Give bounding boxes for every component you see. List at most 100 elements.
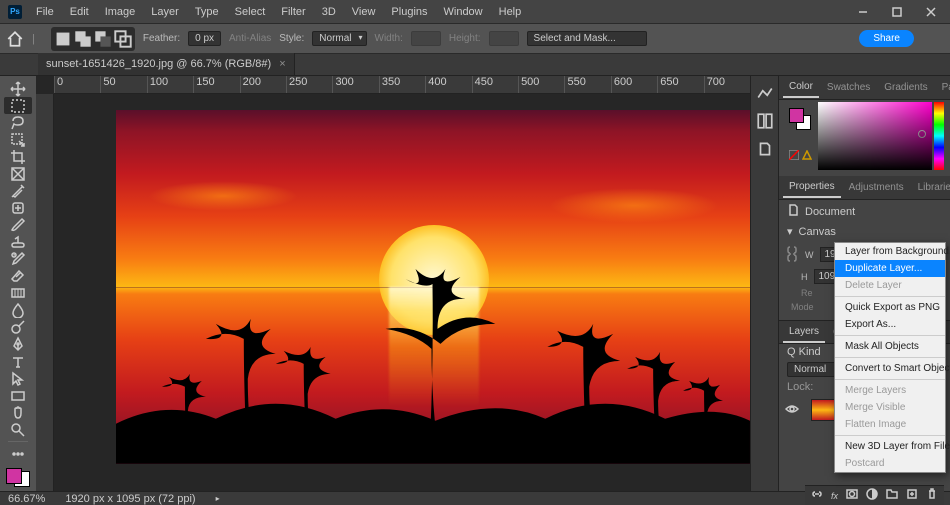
document-tab[interactable]: sunset-1651426_1920.jpg @ 66.7% (RGB/8#)… <box>38 53 295 75</box>
share-button[interactable]: Share <box>859 30 914 47</box>
adjustment-layer-icon[interactable] <box>866 488 878 503</box>
menubar: Ps FileEditImageLayerTypeSelectFilter3DV… <box>0 0 950 24</box>
menu-3d[interactable]: 3D <box>314 0 344 24</box>
delete-layer-icon[interactable] <box>926 488 938 503</box>
document-label: Document <box>805 206 855 218</box>
fx-icon[interactable]: fx <box>831 491 838 501</box>
subtract-selection-icon[interactable] <box>94 30 112 48</box>
no-color-icon[interactable] <box>789 150 799 163</box>
link-layers-icon[interactable] <box>811 488 823 503</box>
mask-icon[interactable] <box>846 488 858 503</box>
height-label: Height: <box>449 33 481 44</box>
ctx-mask-all-objects[interactable]: Mask All Objects <box>835 338 945 355</box>
dock-icon-3[interactable] <box>756 140 774 158</box>
menu-type[interactable]: Type <box>187 0 227 24</box>
options-bar: | Feather: 0 px Anti-Alias Style: Normal… <box>0 24 950 54</box>
tab-properties[interactable]: Properties <box>783 177 841 198</box>
group-icon[interactable] <box>886 488 898 503</box>
tab-patterns[interactable]: Patterns <box>936 78 950 97</box>
style-select[interactable]: Normal <box>312 31 366 46</box>
object-selection-tool[interactable] <box>4 131 32 148</box>
color-picker[interactable] <box>818 102 932 170</box>
chevron-down-icon[interactable]: ▾ <box>787 225 793 238</box>
ctx-new-3d-layer-from-file[interactable]: New 3D Layer from File... <box>835 438 945 455</box>
minimize-button[interactable] <box>846 0 880 24</box>
menu-window[interactable]: Window <box>436 0 491 24</box>
add-selection-icon[interactable] <box>74 30 92 48</box>
menu-select[interactable]: Select <box>227 0 274 24</box>
tab-gradients[interactable]: Gradients <box>878 78 933 97</box>
type-tool[interactable] <box>4 353 32 370</box>
canvas-area: 0501001502002503003504004505005506006507… <box>36 76 750 491</box>
feather-input[interactable]: 0 px <box>188 31 221 46</box>
edit-toolbar-button[interactable] <box>4 445 32 462</box>
ctx-quick-export-as-png[interactable]: Quick Export as PNG <box>835 299 945 316</box>
new-selection-icon[interactable] <box>54 30 72 48</box>
close-button[interactable] <box>914 0 948 24</box>
image-content <box>116 110 750 464</box>
feather-label: Feather: <box>143 33 180 44</box>
document-canvas[interactable] <box>116 110 750 464</box>
intersect-selection-icon[interactable] <box>114 30 132 48</box>
eyedropper-tool[interactable] <box>4 182 32 199</box>
healing-brush-tool[interactable] <box>4 199 32 216</box>
menu-plugins[interactable]: Plugins <box>383 0 435 24</box>
document-dimensions: 1920 px x 1095 px (72 ppi) <box>65 493 195 505</box>
menu-help[interactable]: Help <box>491 0 530 24</box>
gradient-tool[interactable] <box>4 285 32 302</box>
menu-edit[interactable]: Edit <box>62 0 97 24</box>
style-label: Style: <box>279 33 304 44</box>
foreground-background-colors[interactable] <box>6 468 30 487</box>
hand-tool[interactable] <box>4 404 32 421</box>
path-selection-tool[interactable] <box>4 370 32 387</box>
eraser-tool[interactable] <box>4 268 32 285</box>
menu-layer[interactable]: Layer <box>143 0 187 24</box>
rectangle-tool[interactable] <box>4 387 32 404</box>
tab-color[interactable]: Color <box>783 77 819 98</box>
menu-filter[interactable]: Filter <box>273 0 313 24</box>
ctx-export-as[interactable]: Export As... <box>835 316 945 333</box>
lasso-tool[interactable] <box>4 114 32 131</box>
maximize-button[interactable] <box>880 0 914 24</box>
zoom-tool[interactable] <box>4 421 32 438</box>
zoom-level[interactable]: 66.67% <box>8 493 45 505</box>
tab-libraries[interactable]: Libraries <box>912 178 950 197</box>
home-icon[interactable] <box>6 30 24 48</box>
frame-tool[interactable] <box>4 165 32 182</box>
dodge-tool[interactable] <box>4 319 32 336</box>
window-controls <box>846 0 948 24</box>
warning-icon <box>802 150 812 163</box>
ctx-convert-to-smart-object[interactable]: Convert to Smart Object <box>835 360 945 377</box>
tab-layers[interactable]: Layers <box>783 322 825 343</box>
hue-slider[interactable] <box>934 102 944 170</box>
document-tab-bar: sunset-1651426_1920.jpg @ 66.7% (RGB/8#)… <box>0 54 950 76</box>
marquee-tool[interactable] <box>4 97 32 114</box>
crop-tool[interactable] <box>4 148 32 165</box>
blur-tool[interactable] <box>4 302 32 319</box>
history-brush-tool[interactable] <box>4 251 32 268</box>
select-and-mask-button[interactable]: Select and Mask... <box>527 31 647 46</box>
tab-adjustments[interactable]: Adjustments <box>843 178 910 197</box>
visibility-icon[interactable] <box>785 404 799 417</box>
ctx-duplicate-layer[interactable]: Duplicate Layer... <box>835 260 945 277</box>
height-input <box>489 31 519 46</box>
ctx-flatten-image: Flatten Image <box>835 416 945 433</box>
brush-tool[interactable] <box>4 217 32 234</box>
new-layer-icon[interactable] <box>906 488 918 503</box>
ctx-layer-from-background[interactable]: Layer from Background... <box>835 243 945 260</box>
menu-file[interactable]: File <box>28 0 62 24</box>
layers-panel-footer: fx <box>805 485 944 505</box>
pen-tool[interactable] <box>4 336 32 353</box>
link-dimensions-icon[interactable] <box>787 244 797 265</box>
clone-stamp-tool[interactable] <box>4 234 32 251</box>
tab-swatches[interactable]: Swatches <box>821 78 876 97</box>
layer-context-menu: Layer from Background...Duplicate Layer.… <box>834 242 946 473</box>
move-tool[interactable] <box>4 80 32 97</box>
menu-view[interactable]: View <box>344 0 384 24</box>
lock-label: Lock: <box>787 381 813 393</box>
menu-image[interactable]: Image <box>97 0 144 24</box>
dock-icon-1[interactable] <box>756 84 774 102</box>
close-tab-icon[interactable]: × <box>279 58 285 70</box>
color-well[interactable] <box>789 108 811 130</box>
dock-icon-2[interactable] <box>756 112 774 130</box>
